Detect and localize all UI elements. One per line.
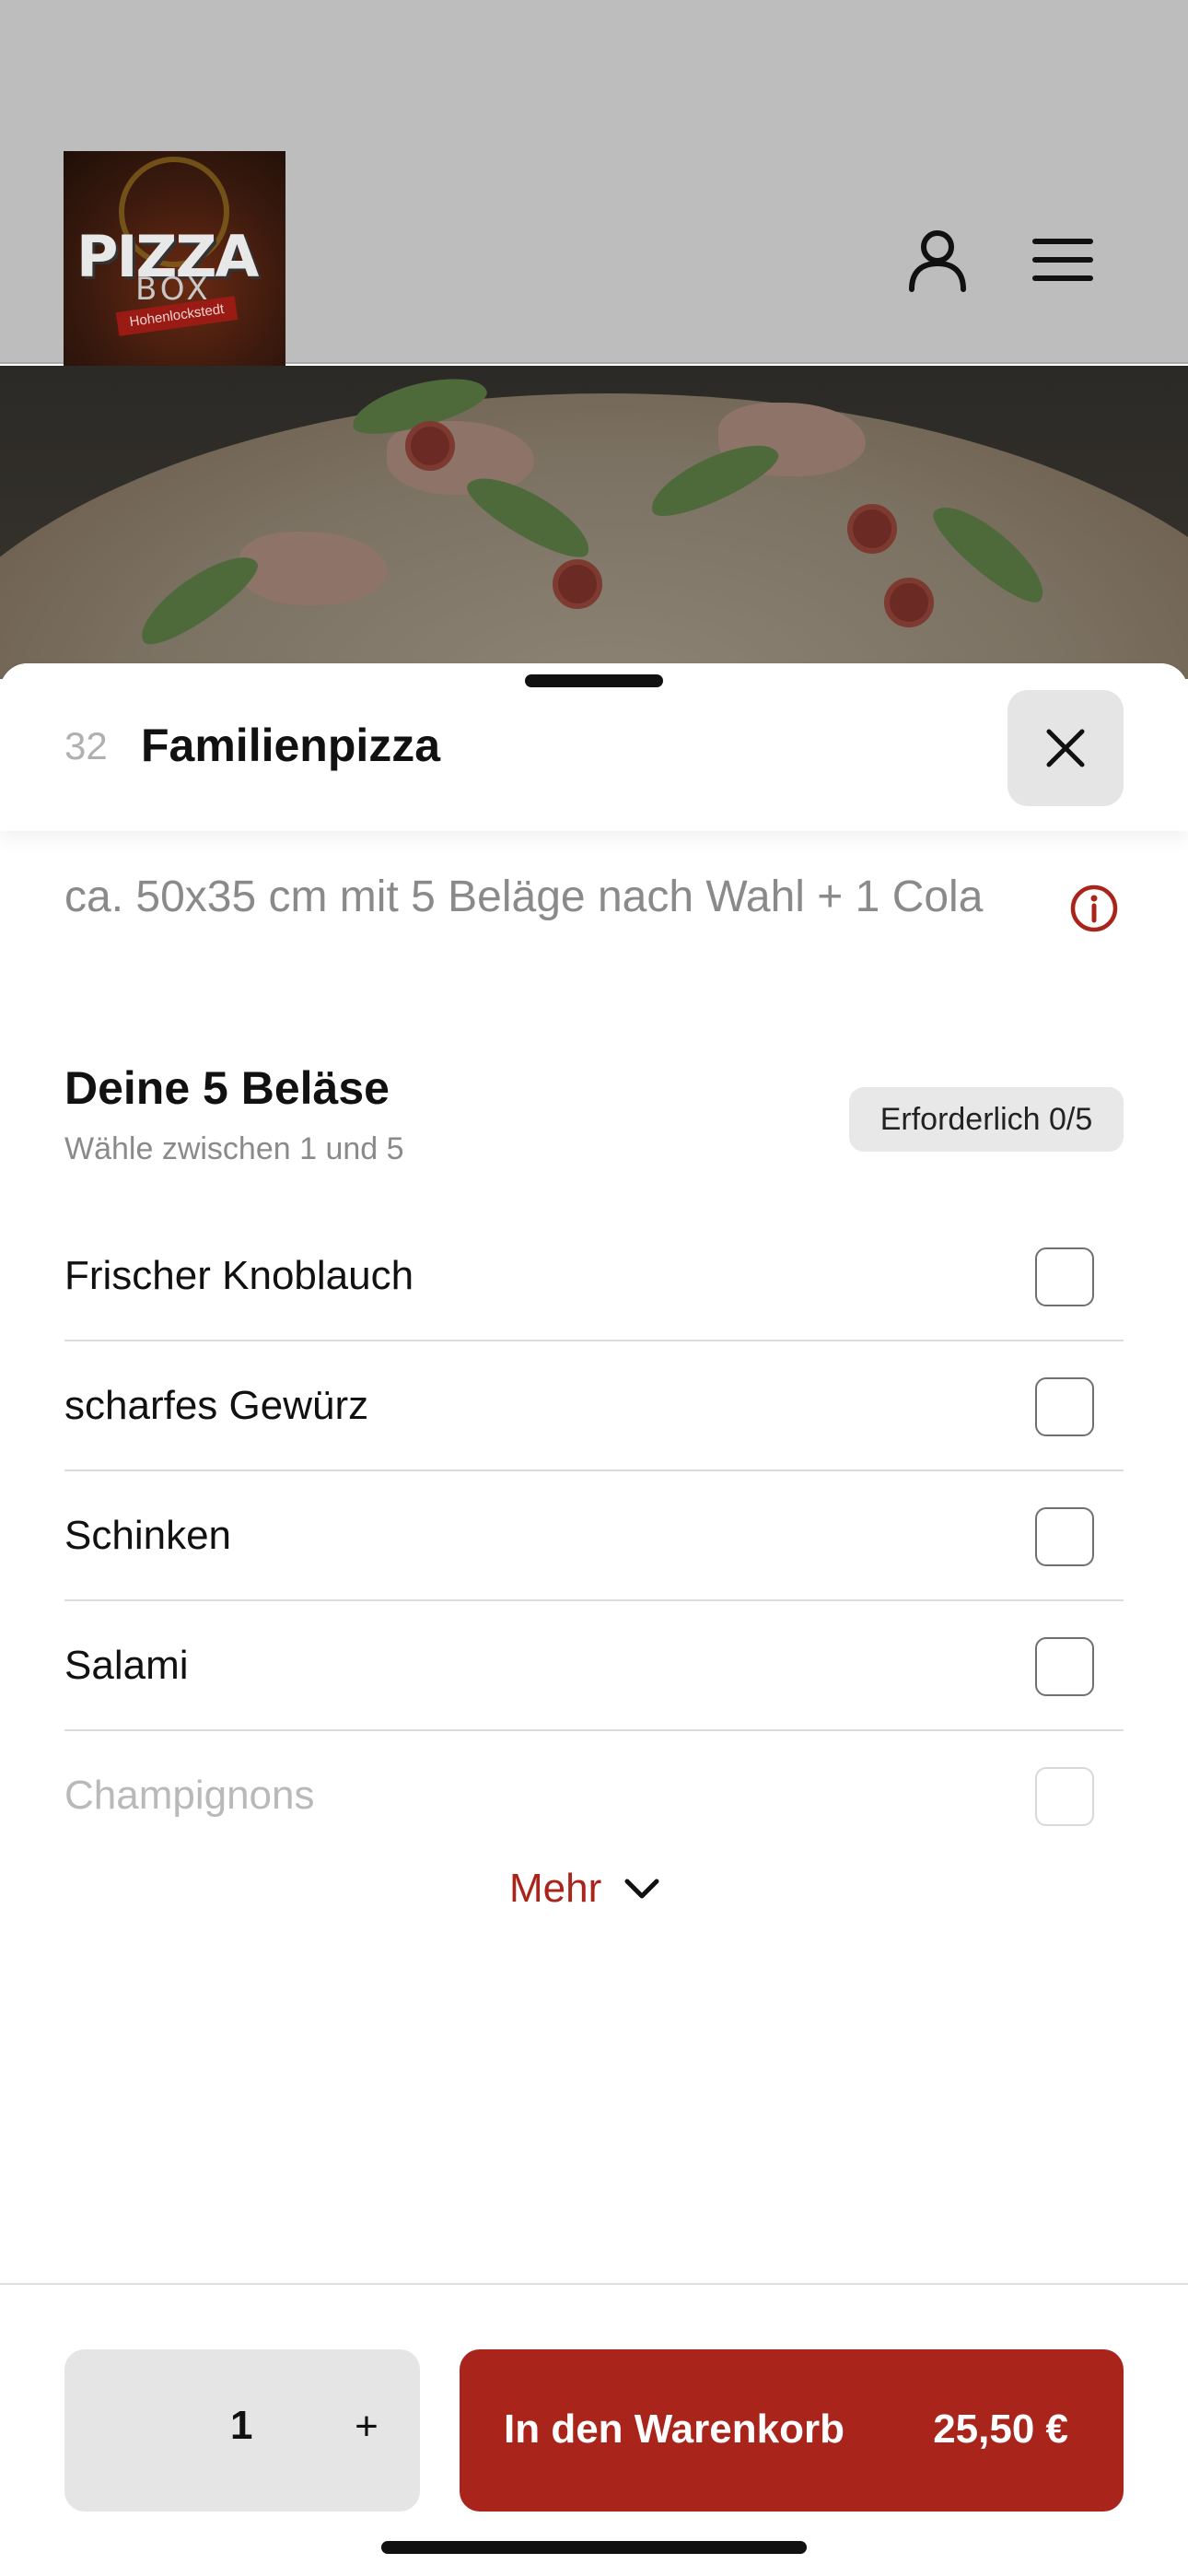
option-row[interactable]: Champignons xyxy=(64,1732,1124,1861)
item-number: 32 xyxy=(64,724,108,767)
close-button[interactable] xyxy=(1007,690,1124,806)
show-more-label: Mehr xyxy=(509,1866,602,1911)
option-checkbox[interactable] xyxy=(1035,1377,1094,1436)
increment-button[interactable]: + xyxy=(341,2399,392,2454)
option-label: Salami xyxy=(64,1643,189,1688)
sheet-drag-handle[interactable] xyxy=(525,674,663,687)
user-icon[interactable] xyxy=(901,223,974,297)
divider xyxy=(64,1599,1124,1601)
add-to-cart-button[interactable]: In den Warenkorb 25,50 € xyxy=(460,2349,1124,2512)
menu-icon[interactable] xyxy=(1026,223,1100,297)
option-label: scharfes Gewürz xyxy=(64,1383,369,1428)
option-row[interactable]: Frischer Knoblauch xyxy=(64,1212,1124,1341)
divider xyxy=(64,1729,1124,1731)
option-label: Schinken xyxy=(64,1513,232,1558)
required-badge: Erforderlich 0/5 xyxy=(849,1087,1124,1152)
option-label: Frischer Knoblauch xyxy=(64,1253,414,1298)
quantity-stepper[interactable]: 1 + xyxy=(64,2349,420,2512)
price-label: 25,50 € xyxy=(933,2406,1068,2452)
info-icon[interactable] xyxy=(1068,883,1120,934)
divider xyxy=(64,1340,1124,1341)
hero-pizza-image xyxy=(0,366,1188,679)
pizza-box-logo[interactable]: PIZZA BOX Hohenlockstedt xyxy=(64,151,285,373)
footer-divider xyxy=(0,2283,1188,2285)
quantity-value: 1 xyxy=(230,2403,253,2448)
close-icon xyxy=(1046,729,1085,767)
options-group-title: Deine 5 Beläse xyxy=(64,1062,390,1114)
item-title: Familienpizza xyxy=(141,720,441,771)
option-checkbox[interactable] xyxy=(1035,1767,1094,1826)
option-checkbox[interactable] xyxy=(1035,1247,1094,1306)
app-screen: PIZZA BOX Hohenlockstedt 32 Familienpizz… xyxy=(0,0,1188,2576)
option-row[interactable]: Salami xyxy=(64,1602,1124,1731)
option-row[interactable]: scharfes Gewürz xyxy=(64,1342,1124,1471)
show-more-button[interactable]: Mehr xyxy=(509,1861,660,1916)
item-description: ca. 50x35 cm mit 5 Beläge nach Wahl + 1 … xyxy=(64,872,984,921)
home-indicator[interactable] xyxy=(381,2541,807,2554)
chevron-down-icon xyxy=(624,1879,659,1899)
option-checkbox[interactable] xyxy=(1035,1507,1094,1566)
site-header: PIZZA BOX Hohenlockstedt xyxy=(0,0,1188,373)
options-group-subtitle: Wähle zwischen 1 und 5 xyxy=(64,1131,404,1166)
option-row[interactable]: Schinken xyxy=(64,1472,1124,1601)
divider xyxy=(64,1469,1124,1471)
add-to-cart-label: In den Warenkorb xyxy=(504,2406,844,2452)
option-checkbox[interactable] xyxy=(1035,1637,1094,1696)
option-label: Champignons xyxy=(64,1773,315,1818)
